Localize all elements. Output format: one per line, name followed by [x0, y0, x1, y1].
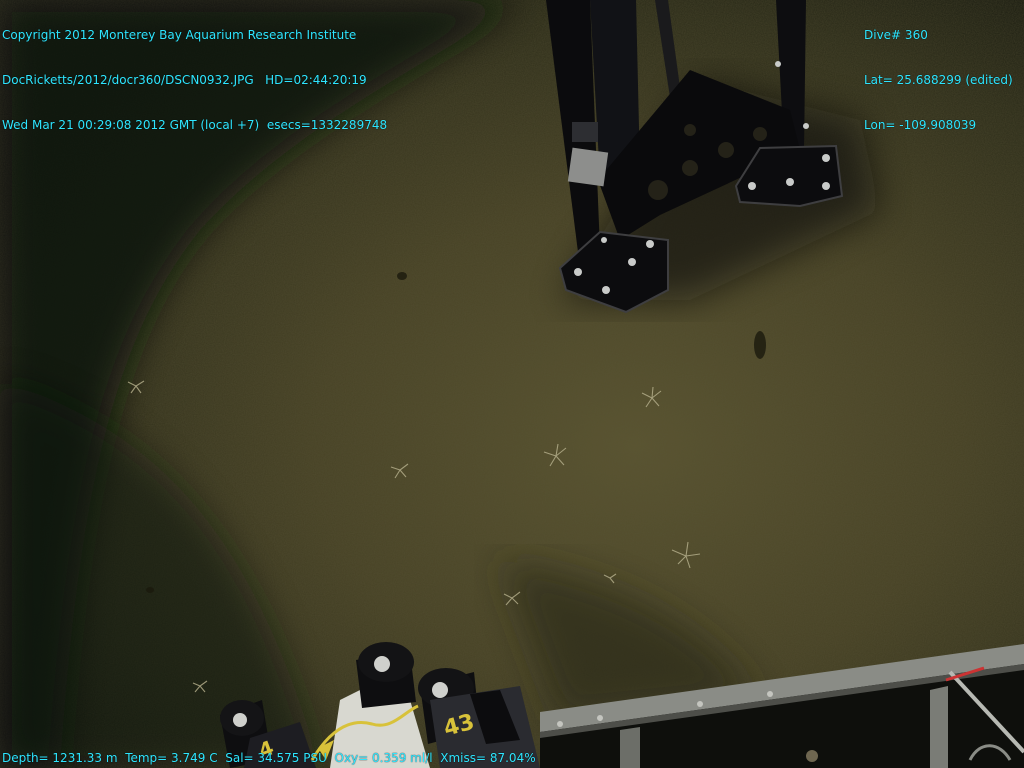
copyright-text: Copyright 2012 Monterey Bay Aquarium Res…: [2, 28, 357, 42]
dive-number: Dive# 360: [864, 28, 928, 42]
temperature-readout: Temp= 3.749 C: [125, 751, 218, 765]
image-file-info: DocRicketts/2012/docr360/DSCN0932.JPG HD…: [2, 73, 367, 87]
datetime-info: Wed Mar 21 00:29:08 2012 GMT (local +7) …: [2, 118, 388, 132]
overlay-top-right: Dive# 360 Lat= 25.688299 (edited) Lon= -…: [864, 0, 1013, 163]
overlay-sensor-readout: Depth= 1231.33 m Temp= 3.749 C Sal= 34.5…: [2, 751, 536, 766]
latitude: Lat= 25.688299 (edited): [864, 73, 1013, 87]
salinity-readout: Sal= 34.575 PSU: [225, 751, 327, 765]
rov-camera-frame: 4 43 Copyright 2012 Monterey Bay Aquariu…: [0, 0, 1024, 768]
oxygen-readout: Oxy= 0.359 ml/l: [334, 751, 433, 765]
depth-readout: Depth= 1231.33 m: [2, 751, 118, 765]
longitude: Lon= -109.908039: [864, 118, 977, 132]
transmissometer-readout: Xmiss= 87.04%: [440, 751, 536, 765]
overlay-top-left: Copyright 2012 Monterey Bay Aquarium Res…: [2, 0, 387, 163]
